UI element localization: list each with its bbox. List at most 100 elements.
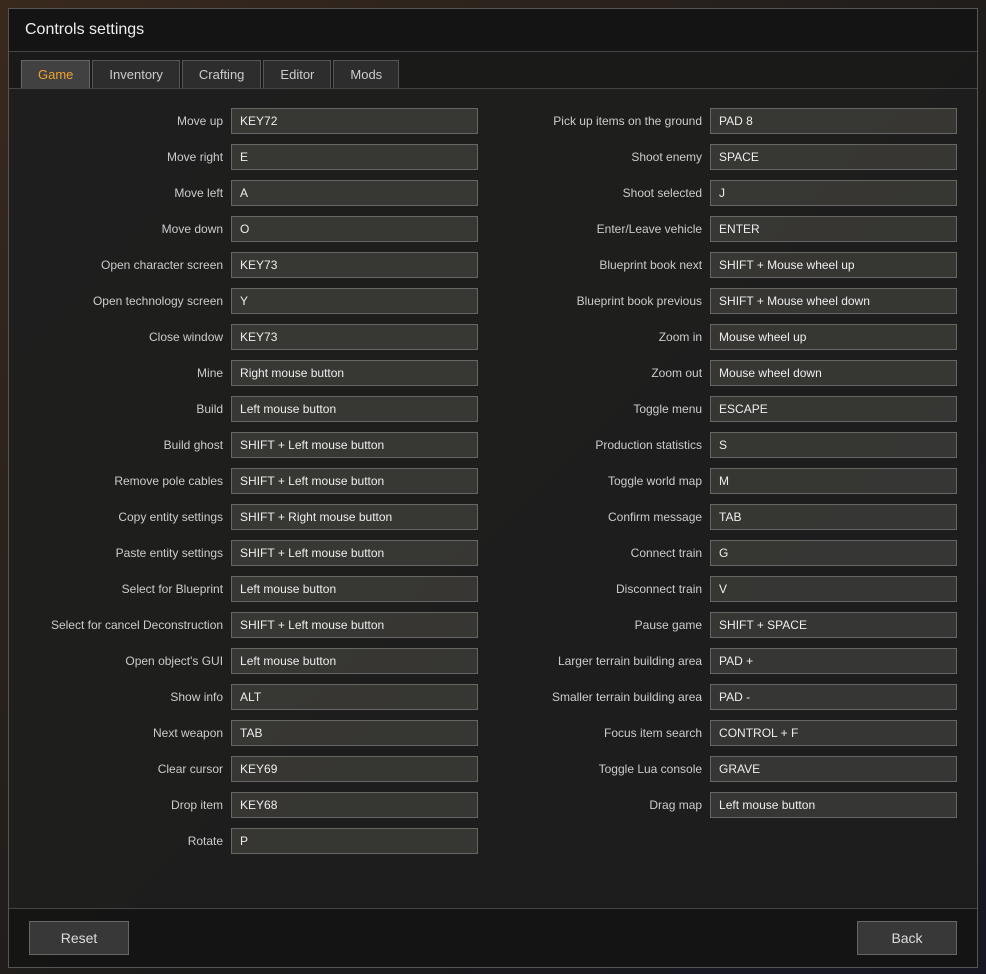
control-value[interactable]: V: [710, 576, 957, 602]
control-label: Move left: [29, 186, 231, 200]
control-label: Zoom out: [508, 366, 710, 380]
control-value[interactable]: G: [710, 540, 957, 566]
control-label: Drop item: [29, 798, 231, 812]
control-value[interactable]: A: [231, 180, 478, 206]
control-label: Toggle menu: [508, 402, 710, 416]
control-label: Open character screen: [29, 258, 231, 272]
control-value[interactable]: TAB: [231, 720, 478, 746]
control-value[interactable]: Left mouse button: [231, 648, 478, 674]
left-controls-column: Move upKEY72Move rightEMove leftAMove do…: [29, 105, 478, 861]
control-value[interactable]: Left mouse button: [231, 396, 478, 422]
control-row: Confirm messageTAB: [508, 501, 957, 533]
control-value[interactable]: ENTER: [710, 216, 957, 242]
control-value[interactable]: SHIFT + Left mouse button: [231, 612, 478, 638]
control-value[interactable]: SPACE: [710, 144, 957, 170]
control-value[interactable]: KEY73: [231, 252, 478, 278]
control-label: Larger terrain building area: [508, 654, 710, 668]
control-label: Blueprint book next: [508, 258, 710, 272]
control-value[interactable]: SHIFT + SPACE: [710, 612, 957, 638]
control-row: Show infoALT: [29, 681, 478, 713]
tab-crafting[interactable]: Crafting: [182, 60, 262, 88]
control-label: Copy entity settings: [29, 510, 231, 524]
control-label: Production statistics: [508, 438, 710, 452]
control-label: Show info: [29, 690, 231, 704]
control-row: Clear cursorKEY69: [29, 753, 478, 785]
control-value[interactable]: Y: [231, 288, 478, 314]
control-value[interactable]: Left mouse button: [710, 792, 957, 818]
control-value[interactable]: KEY68: [231, 792, 478, 818]
control-row: BuildLeft mouse button: [29, 393, 478, 425]
footer: Reset Back: [9, 908, 977, 967]
control-value[interactable]: SHIFT + Left mouse button: [231, 540, 478, 566]
back-button[interactable]: Back: [857, 921, 957, 955]
dialog-title: Controls settings: [9, 9, 977, 52]
control-label: Drag map: [508, 798, 710, 812]
control-row: Remove pole cablesSHIFT + Left mouse but…: [29, 465, 478, 497]
control-row: Next weaponTAB: [29, 717, 478, 749]
control-value[interactable]: Mouse wheel down: [710, 360, 957, 386]
control-value[interactable]: SHIFT + Right mouse button: [231, 504, 478, 530]
control-value[interactable]: CONTROL + F: [710, 720, 957, 746]
control-value[interactable]: KEY73: [231, 324, 478, 350]
control-value[interactable]: ALT: [231, 684, 478, 710]
control-label: Disconnect train: [508, 582, 710, 596]
control-label: Move up: [29, 114, 231, 128]
control-row: Open object's GUILeft mouse button: [29, 645, 478, 677]
control-row: Open character screenKEY73: [29, 249, 478, 281]
control-row: Copy entity settingsSHIFT + Right mouse …: [29, 501, 478, 533]
control-value[interactable]: ESCAPE: [710, 396, 957, 422]
control-value[interactable]: PAD -: [710, 684, 957, 710]
control-label: Enter/Leave vehicle: [508, 222, 710, 236]
control-label: Build: [29, 402, 231, 416]
control-value[interactable]: PAD 8: [710, 108, 957, 134]
tab-editor[interactable]: Editor: [263, 60, 331, 88]
control-value[interactable]: SHIFT + Left mouse button: [231, 468, 478, 494]
control-value[interactable]: SHIFT + Mouse wheel up: [710, 252, 957, 278]
control-row: Close windowKEY73: [29, 321, 478, 353]
control-value[interactable]: GRAVE: [710, 756, 957, 782]
control-row: Paste entity settingsSHIFT + Left mouse …: [29, 537, 478, 569]
tab-game[interactable]: Game: [21, 60, 90, 88]
control-value[interactable]: O: [231, 216, 478, 242]
control-label: Paste entity settings: [29, 546, 231, 560]
control-value[interactable]: SHIFT + Mouse wheel down: [710, 288, 957, 314]
control-value[interactable]: KEY69: [231, 756, 478, 782]
tab-inventory[interactable]: Inventory: [92, 60, 179, 88]
control-row: Drag mapLeft mouse button: [508, 789, 957, 821]
control-value[interactable]: J: [710, 180, 957, 206]
control-label: Pick up items on the ground: [508, 114, 710, 128]
control-label: Zoom in: [508, 330, 710, 344]
control-label: Open technology screen: [29, 294, 231, 308]
control-label: Clear cursor: [29, 762, 231, 776]
control-label: Move right: [29, 150, 231, 164]
control-row: Toggle menuESCAPE: [508, 393, 957, 425]
control-row: MineRight mouse button: [29, 357, 478, 389]
control-value[interactable]: SHIFT + Left mouse button: [231, 432, 478, 458]
control-row: Focus item searchCONTROL + F: [508, 717, 957, 749]
control-row: Toggle world mapM: [508, 465, 957, 497]
controls-dialog: Controls settings GameInventoryCraftingE…: [8, 8, 978, 968]
control-label: Toggle Lua console: [508, 762, 710, 776]
control-row: Drop itemKEY68: [29, 789, 478, 821]
control-row: Zoom outMouse wheel down: [508, 357, 957, 389]
tab-mods[interactable]: Mods: [333, 60, 399, 88]
control-label: Smaller terrain building area: [508, 690, 710, 704]
control-row: Larger terrain building areaPAD +: [508, 645, 957, 677]
control-value[interactable]: TAB: [710, 504, 957, 530]
reset-button[interactable]: Reset: [29, 921, 129, 955]
controls-content: Move upKEY72Move rightEMove leftAMove do…: [9, 89, 977, 908]
control-value[interactable]: Right mouse button: [231, 360, 478, 386]
control-value[interactable]: Mouse wheel up: [710, 324, 957, 350]
control-label: Toggle world map: [508, 474, 710, 488]
control-row: Pause gameSHIFT + SPACE: [508, 609, 957, 641]
control-value[interactable]: KEY72: [231, 108, 478, 134]
control-value[interactable]: S: [710, 432, 957, 458]
control-value[interactable]: P: [231, 828, 478, 854]
control-row: Connect trainG: [508, 537, 957, 569]
control-value[interactable]: Left mouse button: [231, 576, 478, 602]
control-row: Production statisticsS: [508, 429, 957, 461]
control-value[interactable]: PAD +: [710, 648, 957, 674]
control-value[interactable]: E: [231, 144, 478, 170]
control-value[interactable]: M: [710, 468, 957, 494]
control-label: Shoot enemy: [508, 150, 710, 164]
